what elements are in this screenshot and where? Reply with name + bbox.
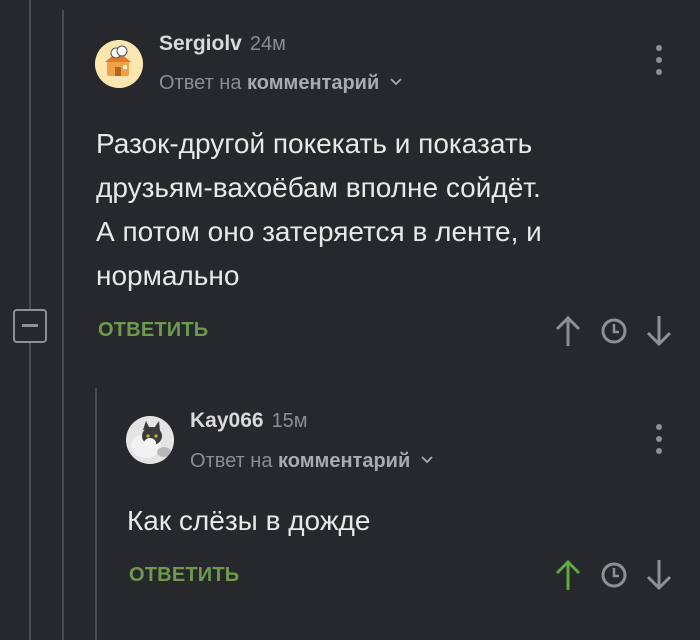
chevron-down-icon [390, 78, 402, 86]
sort-by-time-button[interactable] [600, 561, 628, 589]
reply-to-link[interactable]: Ответ на комментарий [190, 450, 434, 473]
avatar[interactable] [126, 416, 174, 464]
downvote-button[interactable] [645, 558, 673, 592]
cat-photo-avatar-icon [126, 416, 174, 464]
downvote-button[interactable] [645, 314, 673, 348]
timestamp: 24м [249, 33, 286, 55]
username[interactable]: Sergiolv [159, 32, 242, 55]
comment-text-line: Как слёзы в дожде [127, 505, 371, 536]
reply-to-link[interactable]: Ответ на комментарий [159, 72, 403, 95]
downvote-arrow-icon [646, 316, 672, 347]
comment-text: Разок-другой покекать и показать друзьям… [96, 122, 656, 298]
comment-text-line: друзьям-вахоёбам вполне сойдёт. [96, 172, 541, 203]
comment-text-line: Разок-другой покекать и показать [96, 128, 533, 159]
thread-line-level-2 [62, 10, 64, 640]
upvote-arrow-icon [555, 315, 581, 346]
clock-icon [601, 318, 627, 344]
upvote-button[interactable] [554, 314, 582, 348]
collapse-thread-button[interactable] [13, 309, 47, 343]
kebab-menu-icon[interactable] [656, 45, 662, 81]
upvote-arrow-icon [555, 559, 581, 590]
cat-avatar-icon [95, 40, 143, 88]
reply-to-target: комментарий [247, 72, 380, 94]
timestamp: 15м [271, 410, 308, 432]
reply-button[interactable]: ОТВЕТИТЬ [129, 564, 239, 587]
comment-header: Sergiolv 24м [159, 32, 286, 56]
reply-to-prefix: Ответ на [159, 72, 242, 94]
comment-header: Kay066 15м [190, 409, 308, 433]
clock-icon [601, 562, 627, 588]
comment-text-line: нормально [96, 260, 240, 291]
chevron-down-icon [421, 456, 433, 464]
reply-button[interactable]: ОТВЕТИТЬ [98, 319, 208, 342]
reply-to-prefix: Ответ на [190, 450, 273, 472]
avatar[interactable] [95, 40, 143, 88]
comment-text-line: А потом оно затеряется в ленте, и [96, 216, 542, 247]
sort-by-time-button[interactable] [600, 317, 628, 345]
upvote-button-active[interactable] [554, 558, 582, 592]
downvote-arrow-icon [646, 560, 672, 591]
comment-text: Как слёзы в дожде [127, 499, 647, 543]
thread-line-level-3 [95, 388, 97, 640]
username[interactable]: Kay066 [190, 409, 264, 432]
kebab-menu-icon[interactable] [656, 424, 662, 460]
reply-to-target: комментарий [278, 450, 411, 472]
